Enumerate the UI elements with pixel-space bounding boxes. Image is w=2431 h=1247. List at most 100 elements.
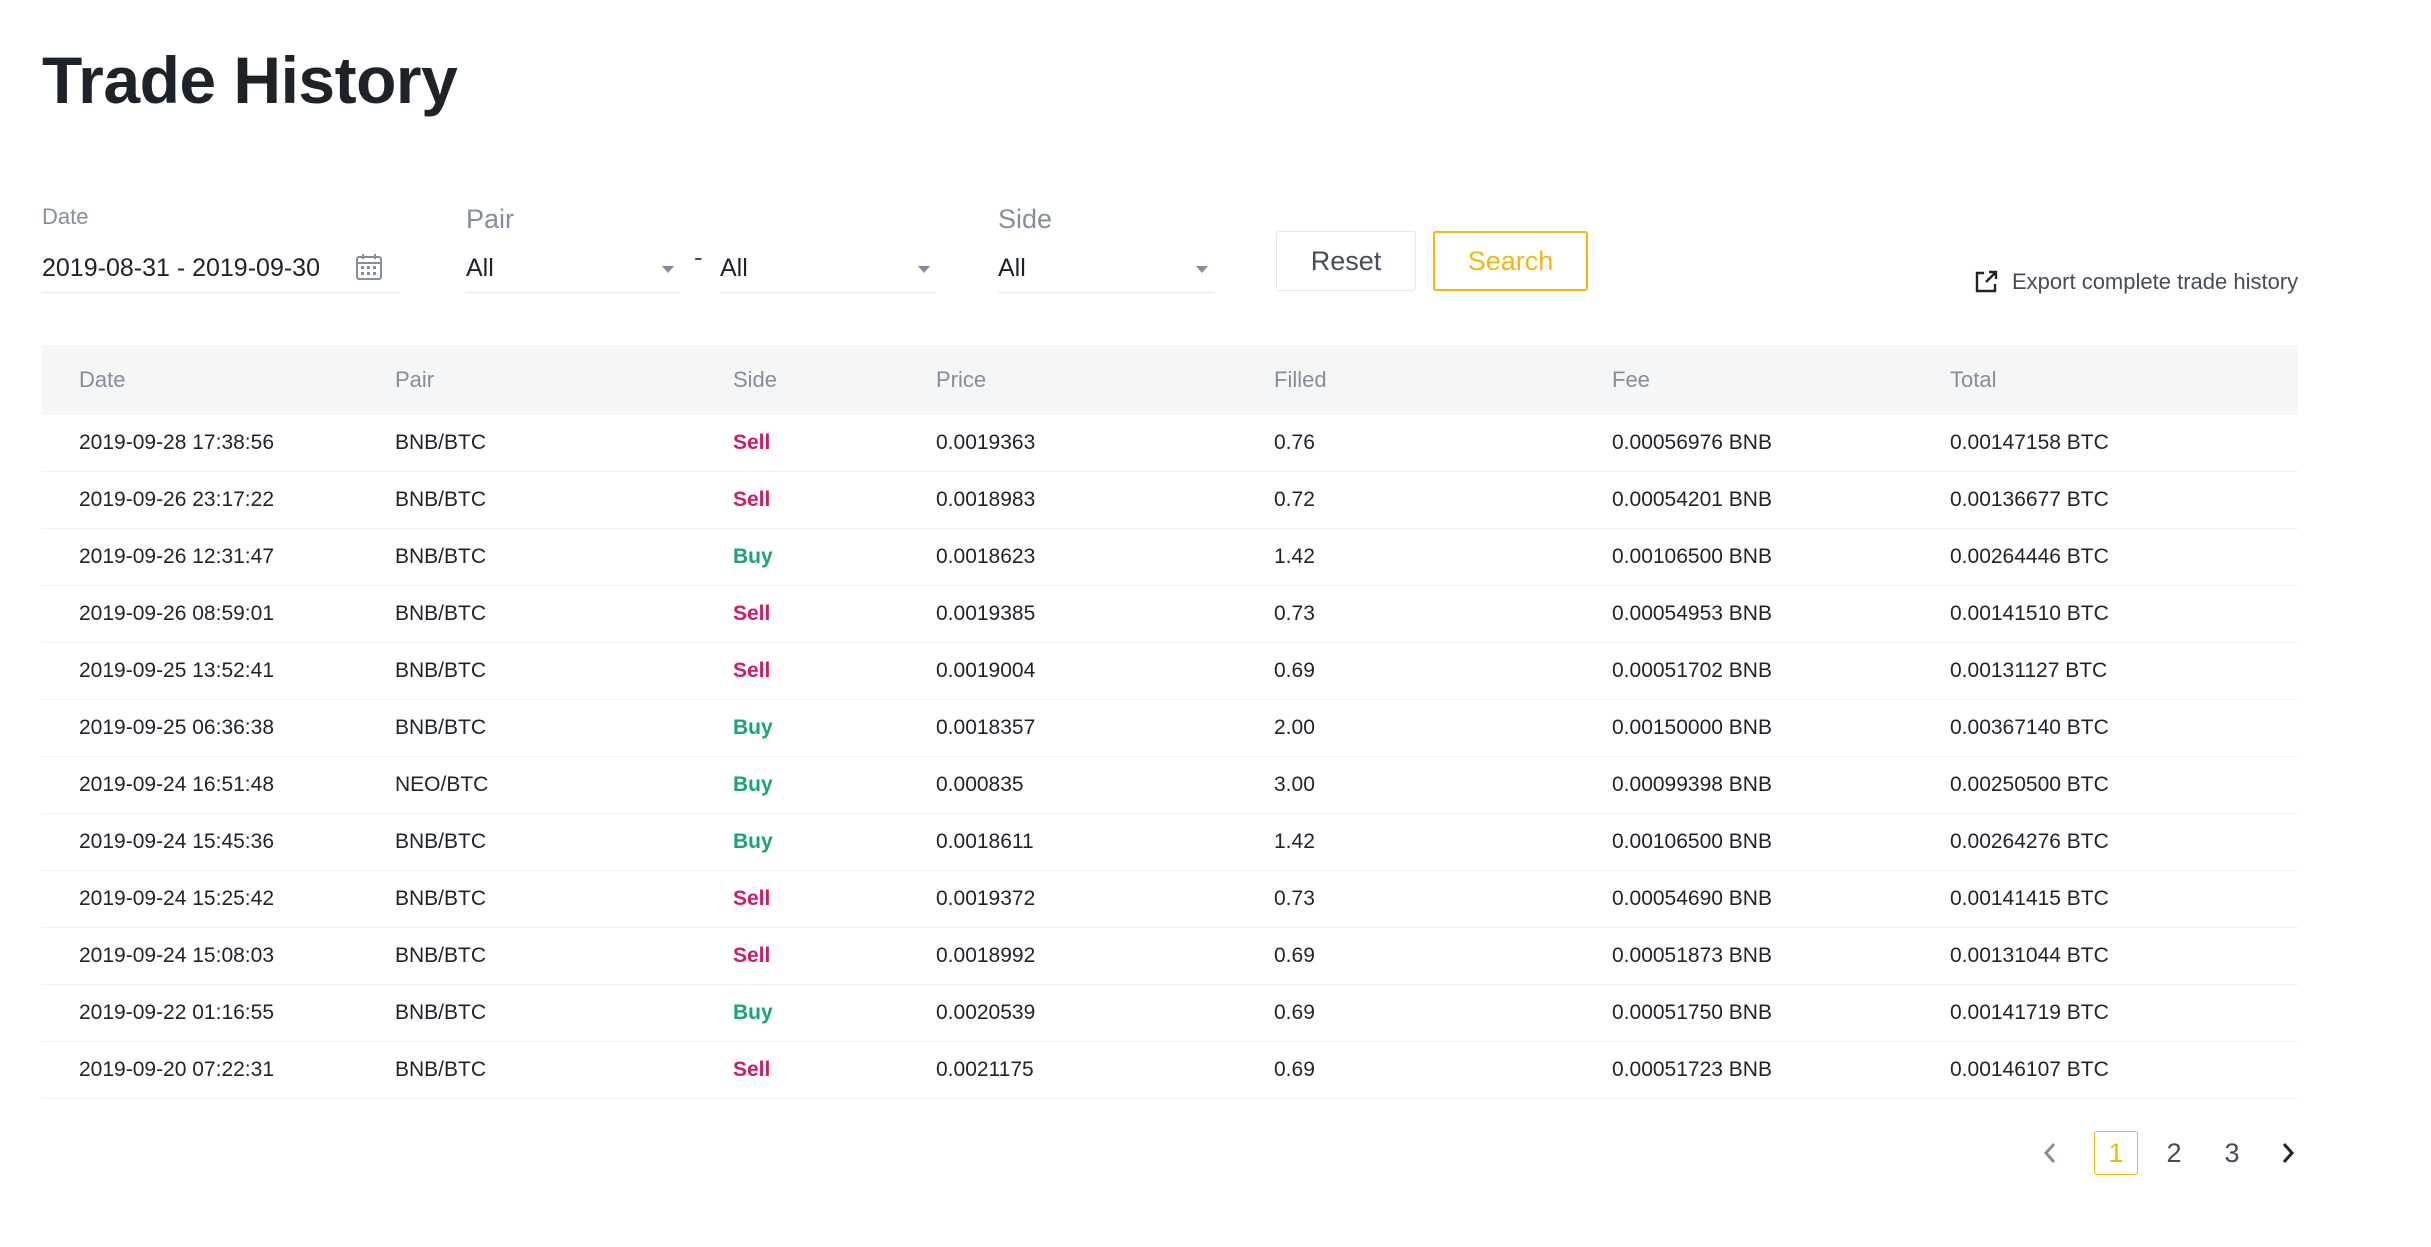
cell-filled: 0.69 — [1274, 1058, 1315, 1081]
pair-base-select[interactable]: All — [466, 244, 680, 293]
export-label: Export complete trade history — [2012, 269, 2299, 294]
cell-filled: 0.73 — [1274, 602, 1315, 625]
cell-pair: BNB/BTC — [395, 602, 487, 625]
pair-separator: - — [694, 242, 703, 272]
cell-date: 2019-09-26 08:59:01 — [79, 602, 274, 625]
cell-total: 0.00141510 BTC — [1950, 602, 2109, 625]
cell-side: Sell — [733, 431, 771, 454]
side-filter: Side All — [998, 204, 1214, 293]
export-icon — [1975, 270, 1998, 293]
cell-side: Sell — [733, 602, 771, 625]
cell-total: 0.00146107 BTC — [1950, 1058, 2109, 1081]
cell-pair: BNB/BTC — [395, 488, 487, 511]
cell-date: 2019-09-24 16:51:48 — [79, 773, 274, 796]
cell-date: 2019-09-24 15:08:03 — [79, 944, 274, 967]
search-button[interactable]: Search — [1433, 231, 1588, 291]
cell-side: Sell — [733, 659, 771, 682]
cell-fee: 0.00051702 BNB — [1612, 659, 1772, 682]
cell-pair: BNB/BTC — [395, 545, 487, 568]
cell-fee: 0.00054690 BNB — [1612, 887, 1772, 910]
cell-price: 0.0018357 — [936, 716, 1036, 739]
cell-price: 0.0019363 — [936, 431, 1036, 454]
next-page-button[interactable] — [2268, 1131, 2308, 1175]
cell-price: 0.0018992 — [936, 944, 1036, 967]
cell-price: 0.000835 — [936, 773, 1024, 796]
cell-total: 0.00131044 BTC — [1950, 944, 2109, 967]
table-body: 2019-09-28 17:38:56 BNB/BTC Sell 0.0019363 0… — [42, 415, 2298, 1099]
cell-total: 0.00136677 BTC — [1950, 488, 2109, 511]
cell-pair: BNB/BTC — [395, 1001, 487, 1024]
cell-pair: BNB/BTC — [395, 1058, 487, 1081]
table-row: 2019-09-26 23:17:22 BNB/BTC Sell 0.0018983 0… — [42, 472, 2298, 529]
cell-date: 2019-09-25 13:52:41 — [79, 659, 274, 682]
table-row: 2019-09-25 13:52:41 BNB/BTC Sell 0.0019004 0… — [42, 643, 2298, 700]
cell-filled: 3.00 — [1274, 773, 1315, 796]
cell-fee: 0.00051873 BNB — [1612, 944, 1772, 967]
chevron-down-icon — [918, 266, 930, 273]
cell-filled: 1.42 — [1274, 830, 1315, 853]
table-row: 2019-09-24 15:25:42 BNB/BTC Sell 0.0019372 0… — [42, 871, 2298, 928]
header-pair: Pair — [395, 367, 435, 392]
cell-price: 0.0019385 — [936, 602, 1036, 625]
page-1-button[interactable]: 1 — [2094, 1131, 2138, 1175]
side-filter-label: Side — [998, 204, 1053, 234]
table-row: 2019-09-24 15:45:36 BNB/BTC Buy 0.0018611 1.… — [42, 814, 2298, 871]
cell-filled: 0.69 — [1274, 659, 1315, 682]
cell-pair: BNB/BTC — [395, 944, 487, 967]
pair-filter: Pair All — [466, 204, 680, 293]
cell-price: 0.0019004 — [936, 659, 1036, 682]
header-side: Side — [733, 367, 778, 392]
cell-filled: 0.69 — [1274, 1001, 1315, 1024]
date-range-input[interactable]: 2019-08-31 - 2019-09-30 — [42, 244, 400, 293]
table-row: 2019-09-26 08:59:01 BNB/BTC Sell 0.0019385 0… — [42, 586, 2298, 643]
cell-fee: 0.00054953 BNB — [1612, 602, 1772, 625]
page-3-button[interactable]: 3 — [2210, 1131, 2254, 1175]
page-title: Trade History — [42, 43, 458, 117]
cell-price: 0.0018623 — [936, 545, 1036, 568]
table-row: 2019-09-28 17:38:56 BNB/BTC Sell 0.0019363 0… — [42, 415, 2298, 472]
date-filter-label: Date — [42, 204, 89, 229]
date-range-value: 2019-08-31 - 2019-09-30 — [42, 253, 320, 282]
cell-side: Sell — [733, 944, 771, 967]
cell-side: Buy — [733, 716, 773, 739]
export-trade-history-link[interactable]: Export complete trade history — [1972, 268, 2298, 296]
cell-date: 2019-09-20 07:22:31 — [79, 1058, 274, 1081]
cell-side: Sell — [733, 488, 771, 511]
side-select[interactable]: All — [998, 244, 1214, 293]
trade-history-table: Date Pair Side Price Filled Fee Total 20… — [42, 345, 2298, 1099]
chevron-left-icon — [2043, 1143, 2056, 1163]
header-date: Date — [79, 367, 126, 392]
cell-pair: BNB/BTC — [395, 887, 487, 910]
reset-button[interactable]: Reset — [1276, 231, 1416, 291]
cell-filled: 0.76 — [1274, 431, 1315, 454]
cell-price: 0.0019372 — [936, 887, 1036, 910]
header-fee: Fee — [1612, 367, 1650, 392]
cell-total: 0.00131127 BTC — [1950, 659, 2108, 682]
cell-date: 2019-09-24 15:45:36 — [79, 830, 274, 853]
cell-total: 0.00264446 BTC — [1950, 545, 2109, 568]
cell-total: 0.00250500 BTC — [1950, 773, 2109, 796]
cell-total: 0.00264276 BTC — [1950, 830, 2109, 853]
header-filled: Filled — [1274, 367, 1327, 392]
cell-filled: 1.42 — [1274, 545, 1315, 568]
cell-fee: 0.00106500 BNB — [1612, 545, 1772, 568]
cell-fee: 0.00150000 BNB — [1612, 716, 1772, 739]
cell-date: 2019-09-26 23:17:22 — [79, 488, 274, 511]
cell-price: 0.0018983 — [936, 488, 1036, 511]
page-2-button[interactable]: 2 — [2152, 1131, 2196, 1175]
cell-filled: 2.00 — [1274, 716, 1315, 739]
cell-pair: BNB/BTC — [395, 830, 487, 853]
cell-fee: 0.00051723 BNB — [1612, 1058, 1772, 1081]
table-header: Date Pair Side Price Filled Fee Total — [42, 345, 2298, 415]
table-row: 2019-09-20 07:22:31 BNB/BTC Sell 0.0021175 0… — [42, 1042, 2298, 1099]
prev-page-button[interactable] — [2030, 1131, 2070, 1175]
cell-side: Buy — [733, 773, 773, 796]
cell-filled: 0.73 — [1274, 887, 1315, 910]
cell-date: 2019-09-28 17:38:56 — [79, 431, 274, 454]
cell-price: 0.0018611 — [936, 830, 1034, 853]
calendar-icon[interactable] — [354, 252, 384, 282]
cell-date: 2019-09-22 01:16:55 — [79, 1001, 274, 1024]
pair-quote-select[interactable]: All — [720, 244, 936, 293]
cell-pair: BNB/BTC — [395, 659, 487, 682]
cell-total: 0.00141415 BTC — [1950, 887, 2109, 910]
